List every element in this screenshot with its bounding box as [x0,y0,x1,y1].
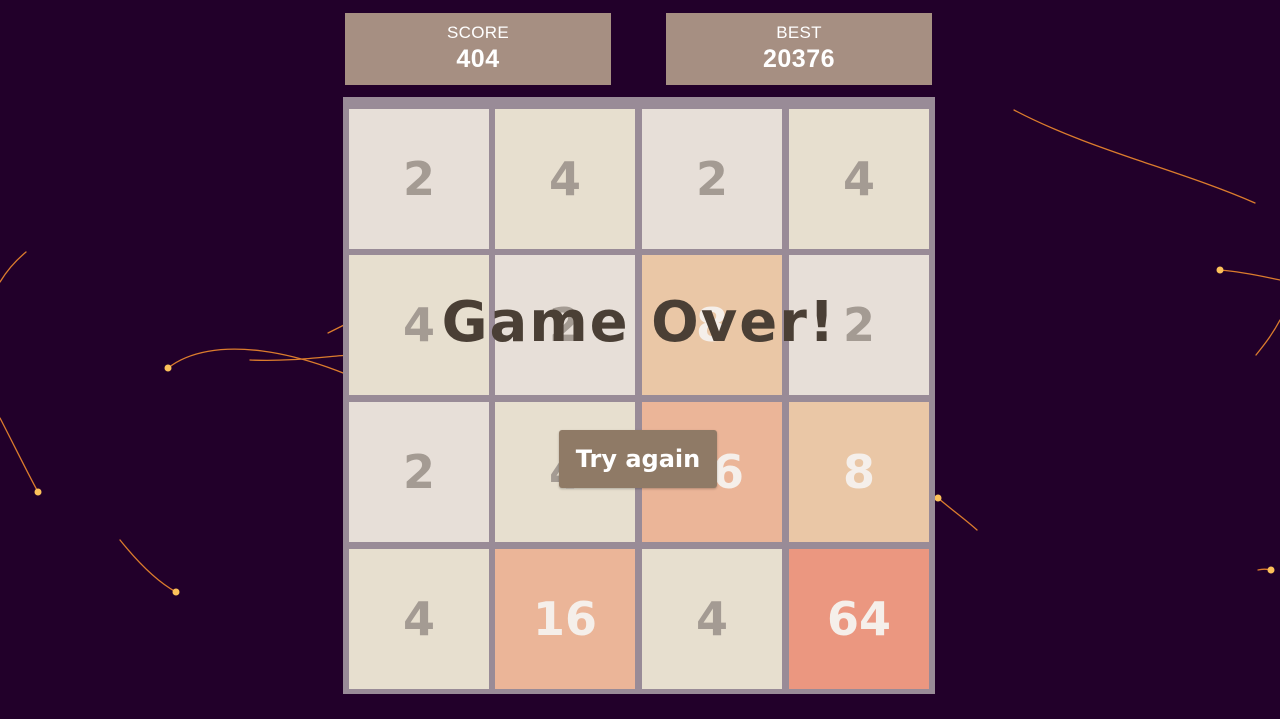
game-over-overlay: Game Over! Try again [343,97,935,694]
best-score-value: 20376 [762,45,836,73]
score-label: SCORE [447,23,509,42]
best-score-box: BEST 20376 [666,13,932,85]
score-value: 404 [456,45,500,73]
score-box: SCORE 404 [345,13,611,85]
game-over-message: Game Over! [441,290,837,355]
try-again-button[interactable]: Try again [559,430,717,488]
best-score-label: BEST [776,23,822,42]
